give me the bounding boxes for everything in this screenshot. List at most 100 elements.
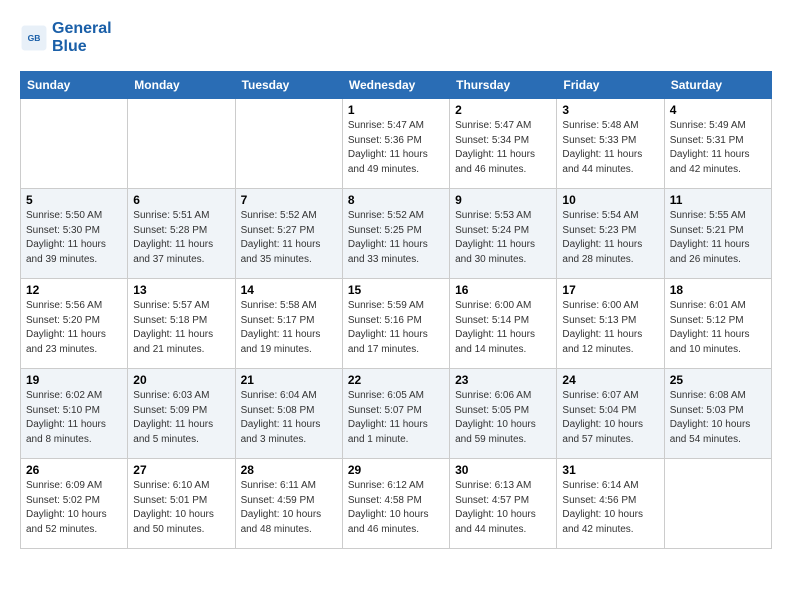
- day-info: Sunrise: 5:56 AM Sunset: 5:20 PM Dayligh…: [26, 299, 122, 357]
- logo-icon: GB: [20, 24, 48, 52]
- day-number: 7: [241, 193, 337, 207]
- day-info: Sunrise: 5:52 AM Sunset: 5:27 PM Dayligh…: [241, 209, 337, 267]
- day-info: Sunrise: 6:09 AM Sunset: 5:02 PM Dayligh…: [26, 479, 122, 537]
- logo: GB General Blue: [20, 20, 112, 55]
- day-cell-27: 27 Sunrise: 6:10 AM Sunset: 5:01 PM Dayli…: [128, 459, 235, 549]
- day-cell-2: 2 Sunrise: 5:47 AM Sunset: 5:34 PM Daylig…: [450, 99, 557, 189]
- day-cell-29: 29 Sunrise: 6:12 AM Sunset: 4:58 PM Dayli…: [342, 459, 449, 549]
- day-cell-23: 23 Sunrise: 6:06 AM Sunset: 5:05 PM Dayli…: [450, 369, 557, 459]
- day-cell-8: 8 Sunrise: 5:52 AM Sunset: 5:25 PM Daylig…: [342, 189, 449, 279]
- day-info: Sunrise: 5:57 AM Sunset: 5:18 PM Dayligh…: [133, 299, 229, 357]
- day-cell-5: 5 Sunrise: 5:50 AM Sunset: 5:30 PM Daylig…: [21, 189, 128, 279]
- day-info: Sunrise: 6:02 AM Sunset: 5:10 PM Dayligh…: [26, 389, 122, 447]
- day-number: 22: [348, 373, 444, 387]
- day-info: Sunrise: 5:55 AM Sunset: 5:21 PM Dayligh…: [670, 209, 766, 267]
- day-number: 26: [26, 463, 122, 477]
- day-info: Sunrise: 6:01 AM Sunset: 5:12 PM Dayligh…: [670, 299, 766, 357]
- day-cell-18: 18 Sunrise: 6:01 AM Sunset: 5:12 PM Dayli…: [664, 279, 771, 369]
- header-day-sunday: Sunday: [21, 72, 128, 99]
- week-row-5: 26 Sunrise: 6:09 AM Sunset: 5:02 PM Dayli…: [21, 459, 772, 549]
- day-cell-22: 22 Sunrise: 6:05 AM Sunset: 5:07 PM Dayli…: [342, 369, 449, 459]
- svg-text:GB: GB: [28, 33, 41, 43]
- day-number: 3: [562, 103, 658, 117]
- day-number: 15: [348, 283, 444, 297]
- week-row-4: 19 Sunrise: 6:02 AM Sunset: 5:10 PM Dayli…: [21, 369, 772, 459]
- day-cell-21: 21 Sunrise: 6:04 AM Sunset: 5:08 PM Dayli…: [235, 369, 342, 459]
- day-number: 19: [26, 373, 122, 387]
- day-cell-19: 19 Sunrise: 6:02 AM Sunset: 5:10 PM Dayli…: [21, 369, 128, 459]
- day-info: Sunrise: 5:59 AM Sunset: 5:16 PM Dayligh…: [348, 299, 444, 357]
- day-number: 13: [133, 283, 229, 297]
- day-number: 27: [133, 463, 229, 477]
- day-info: Sunrise: 5:47 AM Sunset: 5:34 PM Dayligh…: [455, 119, 551, 177]
- day-info: Sunrise: 6:11 AM Sunset: 4:59 PM Dayligh…: [241, 479, 337, 537]
- day-number: 24: [562, 373, 658, 387]
- empty-cell: [128, 99, 235, 189]
- day-number: 21: [241, 373, 337, 387]
- day-number: 12: [26, 283, 122, 297]
- day-cell-1: 1 Sunrise: 5:47 AM Sunset: 5:36 PM Daylig…: [342, 99, 449, 189]
- day-number: 1: [348, 103, 444, 117]
- day-info: Sunrise: 6:10 AM Sunset: 5:01 PM Dayligh…: [133, 479, 229, 537]
- day-info: Sunrise: 6:00 AM Sunset: 5:13 PM Dayligh…: [562, 299, 658, 357]
- day-number: 8: [348, 193, 444, 207]
- day-cell-14: 14 Sunrise: 5:58 AM Sunset: 5:17 PM Dayli…: [235, 279, 342, 369]
- day-info: Sunrise: 6:00 AM Sunset: 5:14 PM Dayligh…: [455, 299, 551, 357]
- day-info: Sunrise: 6:05 AM Sunset: 5:07 PM Dayligh…: [348, 389, 444, 447]
- day-cell-12: 12 Sunrise: 5:56 AM Sunset: 5:20 PM Dayli…: [21, 279, 128, 369]
- empty-cell: [235, 99, 342, 189]
- day-number: 30: [455, 463, 551, 477]
- day-info: Sunrise: 5:51 AM Sunset: 5:28 PM Dayligh…: [133, 209, 229, 267]
- page-header: GB General Blue: [20, 20, 772, 55]
- day-number: 5: [26, 193, 122, 207]
- day-info: Sunrise: 5:53 AM Sunset: 5:24 PM Dayligh…: [455, 209, 551, 267]
- header-day-thursday: Thursday: [450, 72, 557, 99]
- day-cell-25: 25 Sunrise: 6:08 AM Sunset: 5:03 PM Dayli…: [664, 369, 771, 459]
- day-number: 10: [562, 193, 658, 207]
- logo-text: General Blue: [52, 20, 112, 55]
- day-info: Sunrise: 5:49 AM Sunset: 5:31 PM Dayligh…: [670, 119, 766, 177]
- day-number: 2: [455, 103, 551, 117]
- day-info: Sunrise: 6:03 AM Sunset: 5:09 PM Dayligh…: [133, 389, 229, 447]
- day-number: 14: [241, 283, 337, 297]
- day-cell-11: 11 Sunrise: 5:55 AM Sunset: 5:21 PM Dayli…: [664, 189, 771, 279]
- header-day-tuesday: Tuesday: [235, 72, 342, 99]
- day-cell-20: 20 Sunrise: 6:03 AM Sunset: 5:09 PM Dayli…: [128, 369, 235, 459]
- calendar-table: SundayMondayTuesdayWednesdayThursdayFrid…: [20, 71, 772, 549]
- day-number: 25: [670, 373, 766, 387]
- header-day-wednesday: Wednesday: [342, 72, 449, 99]
- day-cell-17: 17Sunrise: 6:00 AM Sunset: 5:13 PM Dayli…: [557, 279, 664, 369]
- day-cell-4: 4 Sunrise: 5:49 AM Sunset: 5:31 PM Daylig…: [664, 99, 771, 189]
- day-info: Sunrise: 6:14 AM Sunset: 4:56 PM Dayligh…: [562, 479, 658, 537]
- day-number: 6: [133, 193, 229, 207]
- day-info: Sunrise: 5:52 AM Sunset: 5:25 PM Dayligh…: [348, 209, 444, 267]
- day-number: 18: [670, 283, 766, 297]
- day-cell-30: 30Sunrise: 6:13 AM Sunset: 4:57 PM Dayli…: [450, 459, 557, 549]
- day-number: 23: [455, 373, 551, 387]
- day-cell-10: 10Sunrise: 5:54 AM Sunset: 5:23 PM Dayli…: [557, 189, 664, 279]
- day-info: Sunrise: 5:58 AM Sunset: 5:17 PM Dayligh…: [241, 299, 337, 357]
- day-number: 29: [348, 463, 444, 477]
- calendar-header-row: SundayMondayTuesdayWednesdayThursdayFrid…: [21, 72, 772, 99]
- empty-cell: [664, 459, 771, 549]
- day-cell-15: 15 Sunrise: 5:59 AM Sunset: 5:16 PM Dayli…: [342, 279, 449, 369]
- day-cell-3: 3Sunrise: 5:48 AM Sunset: 5:33 PM Daylig…: [557, 99, 664, 189]
- day-number: 16: [455, 283, 551, 297]
- day-info: Sunrise: 5:50 AM Sunset: 5:30 PM Dayligh…: [26, 209, 122, 267]
- day-number: 4: [670, 103, 766, 117]
- day-info: Sunrise: 6:07 AM Sunset: 5:04 PM Dayligh…: [562, 389, 658, 447]
- day-info: Sunrise: 6:12 AM Sunset: 4:58 PM Dayligh…: [348, 479, 444, 537]
- header-day-monday: Monday: [128, 72, 235, 99]
- week-row-2: 5 Sunrise: 5:50 AM Sunset: 5:30 PM Daylig…: [21, 189, 772, 279]
- day-info: Sunrise: 6:08 AM Sunset: 5:03 PM Dayligh…: [670, 389, 766, 447]
- day-number: 20: [133, 373, 229, 387]
- header-day-friday: Friday: [557, 72, 664, 99]
- day-info: Sunrise: 6:06 AM Sunset: 5:05 PM Dayligh…: [455, 389, 551, 447]
- day-cell-9: 9 Sunrise: 5:53 AM Sunset: 5:24 PM Daylig…: [450, 189, 557, 279]
- day-number: 11: [670, 193, 766, 207]
- day-info: Sunrise: 5:47 AM Sunset: 5:36 PM Dayligh…: [348, 119, 444, 177]
- day-info: Sunrise: 6:04 AM Sunset: 5:08 PM Dayligh…: [241, 389, 337, 447]
- day-number: 9: [455, 193, 551, 207]
- week-row-1: 1 Sunrise: 5:47 AM Sunset: 5:36 PM Daylig…: [21, 99, 772, 189]
- day-cell-13: 13 Sunrise: 5:57 AM Sunset: 5:18 PM Dayli…: [128, 279, 235, 369]
